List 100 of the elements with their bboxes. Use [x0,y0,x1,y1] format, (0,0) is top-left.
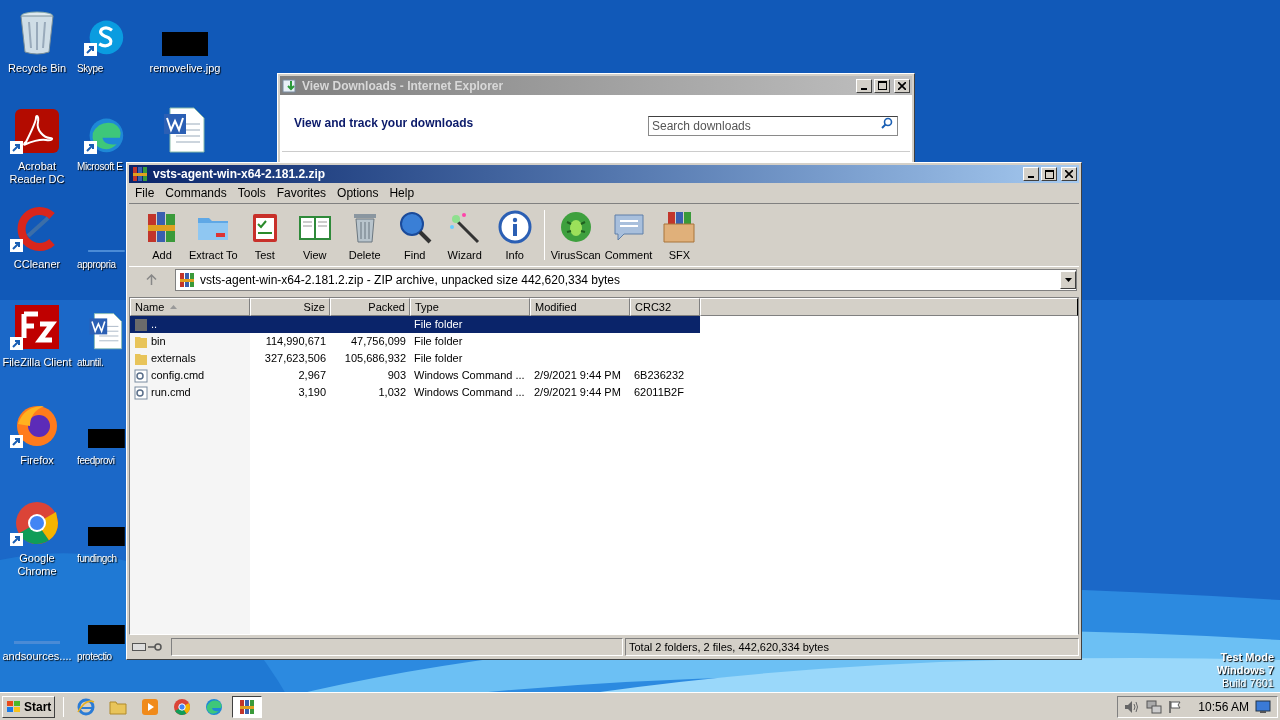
maximize-icon [877,81,887,90]
close-icon [898,81,906,90]
minimize-button[interactable] [856,78,872,93]
minimize-icon [861,87,867,90]
sort-ascending-icon [170,305,178,309]
parent-folder-icon [134,317,148,332]
menu-item[interactable]: Commands [160,184,232,202]
folder-icon [134,351,148,366]
books-stack-icon [131,165,149,183]
close-icon [1065,170,1073,178]
menu-item[interactable]: Favorites [271,184,332,202]
table-cell-text: Windows Command ... [414,368,525,384]
menu-item[interactable]: Tools [232,184,271,202]
maximize-button[interactable] [1041,167,1057,181]
file-row[interactable]: bin 114,990,671 47,756,099 File folder [130,333,700,350]
toolbar-button[interactable]: Find [389,207,440,263]
bug-scan-icon [558,209,593,244]
flag-icon [1168,699,1183,714]
menu-item[interactable]: Options [332,184,384,202]
table-cell-text: File folder [414,317,463,333]
magnifier-icon [397,209,432,244]
table-cell-text: File folder [414,334,463,350]
table-cell-text: externals [151,351,196,367]
desktop-icon-label[interactable]: removelive.jpg [149,62,221,75]
desktop-icon-label[interactable]: CCleaner [1,258,73,271]
column-header[interactable]: Name [130,298,250,316]
desktop-icon-label[interactable]: appropria [77,258,116,271]
desktop-icon-label[interactable]: Firefox [1,454,73,467]
chrome-logo-icon [173,697,192,716]
status-bar: Total 2 folders, 2 files, 442,620,334 bytes [625,638,1079,656]
search-field[interactable]: Search downloads [648,116,898,136]
close-button[interactable] [894,78,910,93]
window-title: vsts-agent-win-x64-2.181.2.zip [153,166,327,183]
column-header[interactable]: CRC32 [630,298,700,316]
desktop-icon-label[interactable]: FileZilla Client [1,356,73,369]
network-icon [1146,699,1163,714]
table-cell-text: 1,032 [378,385,406,401]
table-cell-text: Windows Command ... [414,385,525,401]
file-row[interactable]: config.cmd 2,967 903 Windows Command ... 2/9/2021 9:44 PM 6B236232 [130,367,700,384]
table-cell-text: 903 [387,368,406,384]
start-button[interactable]: Start [2,695,56,718]
script-file-icon [134,368,148,383]
show-desktop-icon[interactable] [1255,699,1271,714]
toolbar-button[interactable]: Extract To [187,207,240,263]
table-cell-text: 6B236232 [634,368,685,384]
file-row[interactable]: externals 327,623,506 105,686,932 File folder [130,350,700,367]
table-cell-text: bin [151,334,166,350]
desktop-icon-label[interactable]: fundingch [77,552,117,565]
table-cell-text: 2/9/2021 9:44 PM [534,368,621,384]
play-icon [141,697,160,716]
maximize-button[interactable] [874,78,890,93]
table-cell-text: 2,967 [298,368,326,384]
menu-item[interactable]: File [130,184,160,202]
desktop-icon-label[interactable]: atuntil. [77,356,104,369]
desktop-icon-label[interactable]: Acrobat Reader DC [1,160,73,186]
desktop-watermark-text: Test Mode [1220,651,1274,664]
desktop-icon-label[interactable]: protectio [77,650,112,663]
column-header[interactable]: Packed [330,298,410,316]
path-field[interactable]: vsts-agent-win-x64-2.181.2.zip - ZIP archive, unpacked size 442,620,334 bytes [175,269,1077,291]
desktop-icon-label[interactable]: Recycle Bin [1,62,73,75]
folder-icon [134,334,148,349]
column-header[interactable]: Size [250,298,330,316]
toolbar-button[interactable]: VirusScan [548,207,603,263]
table-cell-text: .. [151,317,158,333]
desktop-icon-label[interactable]: Google Chrome [1,552,73,578]
toolbar-button[interactable]: Delete [339,207,390,263]
column-header[interactable]: Modified [530,298,630,316]
speaker-icon [1124,699,1141,714]
toolbar-button[interactable]: Add [137,207,187,263]
file-row[interactable]: run.cmd 3,190 1,032 Windows Command ... 2/9/2021 9:44 PM 62011B2F [130,384,700,401]
desktop-icon-label[interactable]: andsources.... [1,650,73,663]
toolbar-button[interactable]: View [289,207,340,263]
toolbar-button[interactable]: SFX [654,207,705,263]
toolbar-button[interactable]: Test [239,207,290,263]
edge-logo-icon [205,697,224,716]
windows-flag-icon [6,699,22,714]
menu-item[interactable]: Help [384,184,420,202]
toolbar-button[interactable]: Info [489,207,540,263]
desktop-watermark-text: Build 7601 [1222,677,1274,690]
minimize-button[interactable] [1023,167,1039,181]
table-cell-text: 2/9/2021 9:44 PM [534,385,621,401]
books-stack-icon [178,271,196,289]
desktop-icon-label[interactable]: Microsoft E [77,160,123,173]
up-arrow-icon [145,274,157,286]
desktop-watermark-text: Windows 7 [1216,664,1274,677]
books-stack-icon [238,697,257,716]
desktop-icon-label[interactable]: feedprovi [77,454,115,467]
key-icon [148,643,162,651]
table-cell-text: 105,686,932 [344,351,406,367]
desktop-icon-label[interactable]: Skype [77,62,103,75]
toolbar-button[interactable]: Wizard [439,207,490,263]
column-header[interactable]: Type [410,298,530,316]
table-cell-text: 3,190 [298,385,326,401]
table-cell-text: 62011B2F [634,385,684,401]
toolbar-button[interactable]: Comment [602,207,655,263]
taskbar-app-button[interactable] [232,695,263,718]
table-cell-text: 47,756,099 [350,334,406,350]
close-button[interactable] [1061,167,1077,181]
window-title: View Downloads - Internet Explorer [302,77,505,95]
file-row[interactable]: .. File folder [130,316,700,333]
